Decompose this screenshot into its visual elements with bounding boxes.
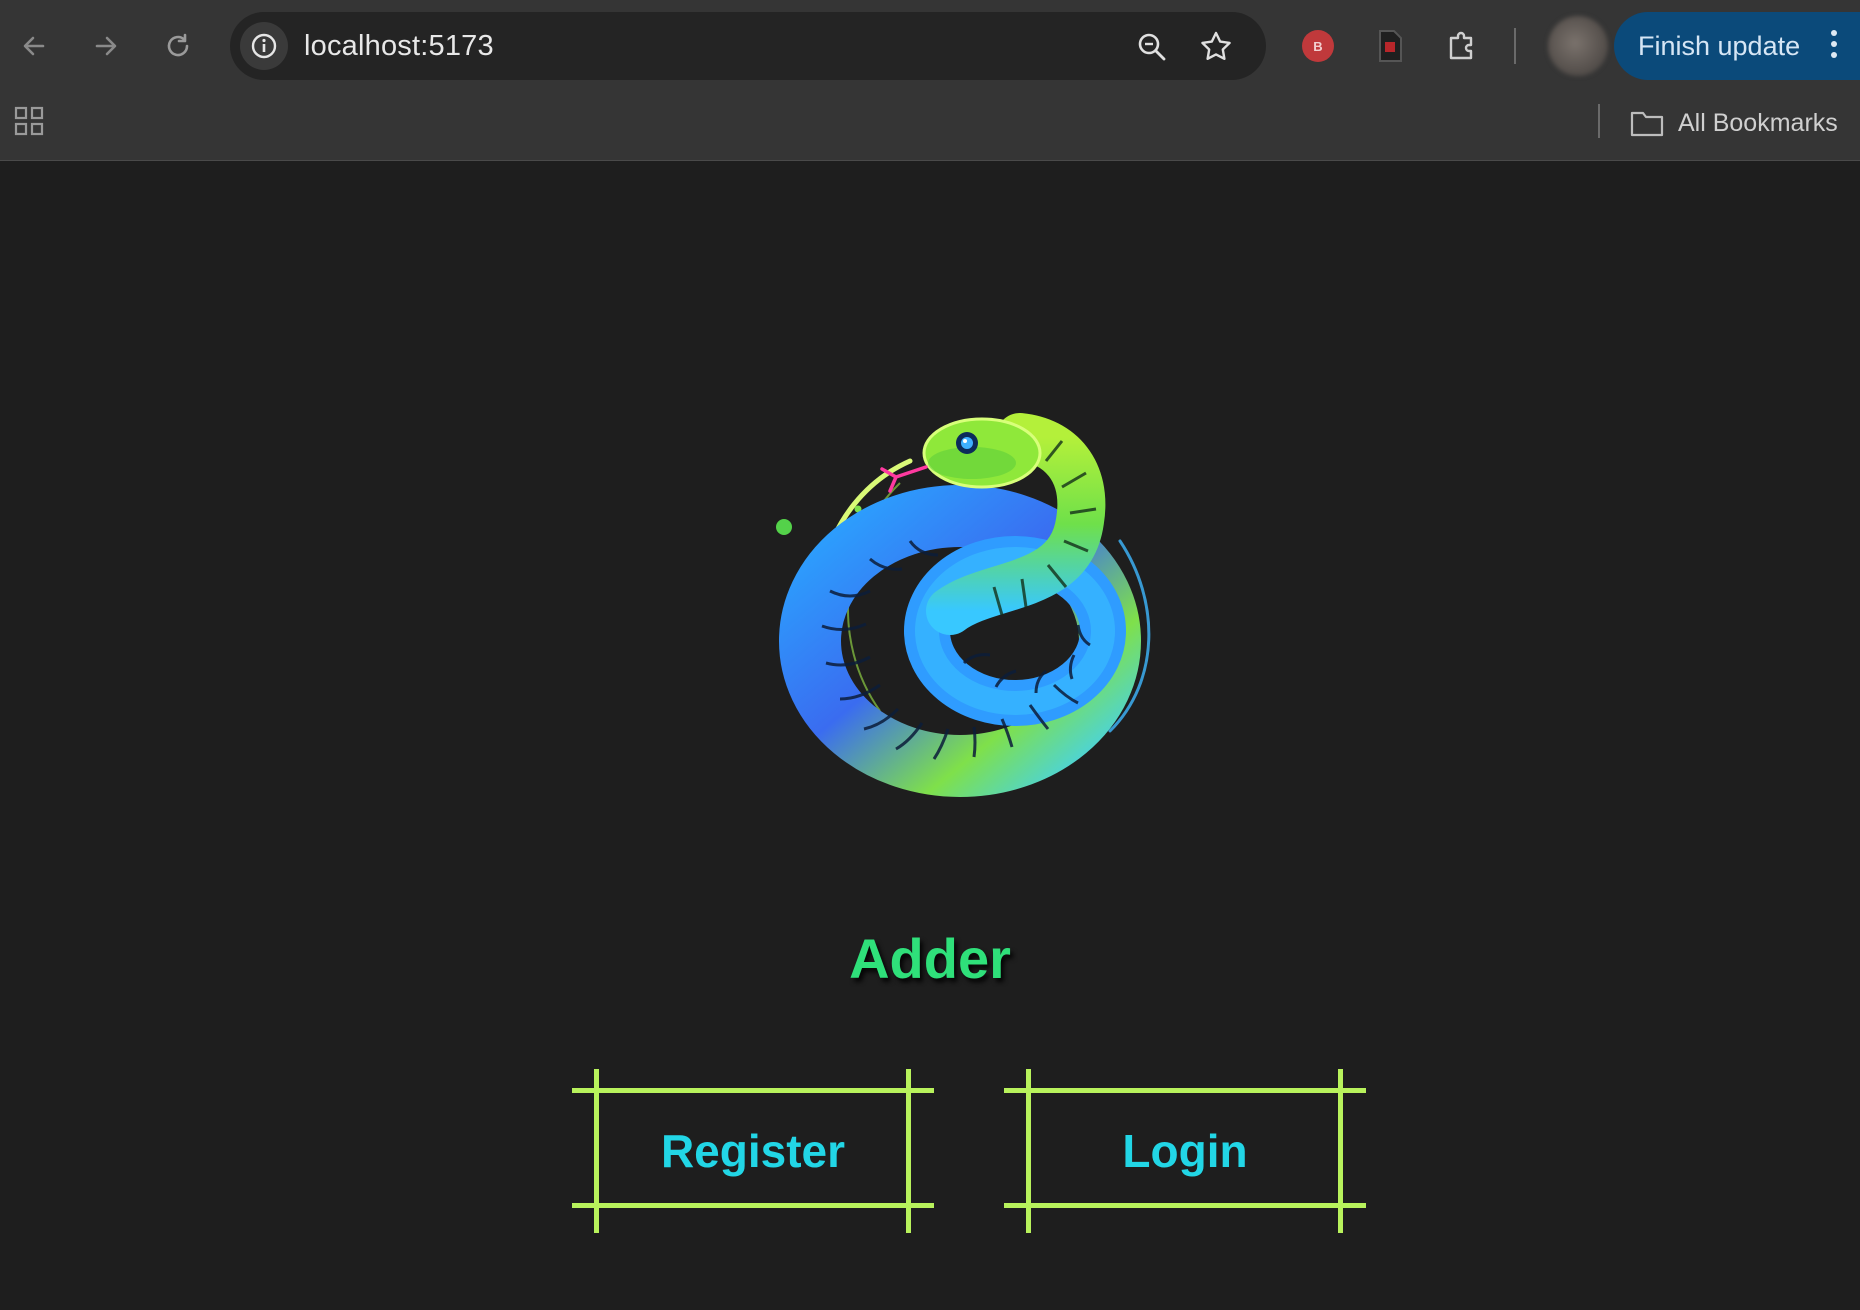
extensions-puzzle-icon[interactable] bbox=[1438, 22, 1486, 70]
reload-button[interactable] bbox=[156, 24, 200, 68]
register-label: Register bbox=[660, 1125, 846, 1177]
bookmarks-separator bbox=[1598, 104, 1600, 138]
address-bar[interactable]: localhost:5173 bbox=[230, 12, 1266, 80]
login-button[interactable]: Login bbox=[1004, 1069, 1366, 1233]
browser-chrome: localhost:5173 B Finish update All Bookm… bbox=[0, 0, 1860, 161]
folder-icon bbox=[1630, 111, 1664, 137]
finish-update-label: Finish update bbox=[1638, 31, 1801, 61]
login-label: Login bbox=[1122, 1125, 1248, 1177]
bookmark-star-icon[interactable] bbox=[1198, 29, 1234, 65]
browser-toolbar: localhost:5173 B Finish update bbox=[0, 0, 1860, 94]
extension-document-icon[interactable] bbox=[1366, 22, 1414, 70]
info-icon bbox=[251, 33, 277, 59]
apps-grid-icon[interactable] bbox=[14, 106, 46, 138]
forward-button[interactable] bbox=[84, 24, 128, 68]
app-title: Adder bbox=[849, 927, 1011, 990]
kebab-menu-icon[interactable] bbox=[1824, 30, 1844, 62]
profile-avatar[interactable] bbox=[1548, 16, 1608, 76]
register-button[interactable]: Register bbox=[572, 1069, 934, 1233]
zoom-icon[interactable] bbox=[1134, 29, 1170, 65]
arrow-right-icon bbox=[95, 36, 117, 56]
reload-icon bbox=[167, 33, 189, 57]
extension-red-icon[interactable]: B bbox=[1294, 22, 1342, 70]
arrow-left-icon bbox=[23, 36, 45, 56]
url-text[interactable]: localhost:5173 bbox=[304, 12, 494, 80]
back-button[interactable] bbox=[12, 24, 56, 68]
svg-text:B: B bbox=[1313, 39, 1322, 54]
finish-update-button[interactable]: Finish update bbox=[1614, 12, 1860, 80]
snake-logo-icon bbox=[776, 413, 1151, 797]
app-page: Adder Register Login bbox=[0, 161, 1860, 1310]
bookmarks-bar: All Bookmarks bbox=[0, 94, 1860, 160]
all-bookmarks-label: All Bookmarks bbox=[1678, 108, 1838, 137]
site-info-button[interactable] bbox=[240, 22, 288, 70]
all-bookmarks-button[interactable]: All Bookmarks bbox=[1630, 98, 1838, 148]
toolbar-separator bbox=[1514, 28, 1516, 64]
